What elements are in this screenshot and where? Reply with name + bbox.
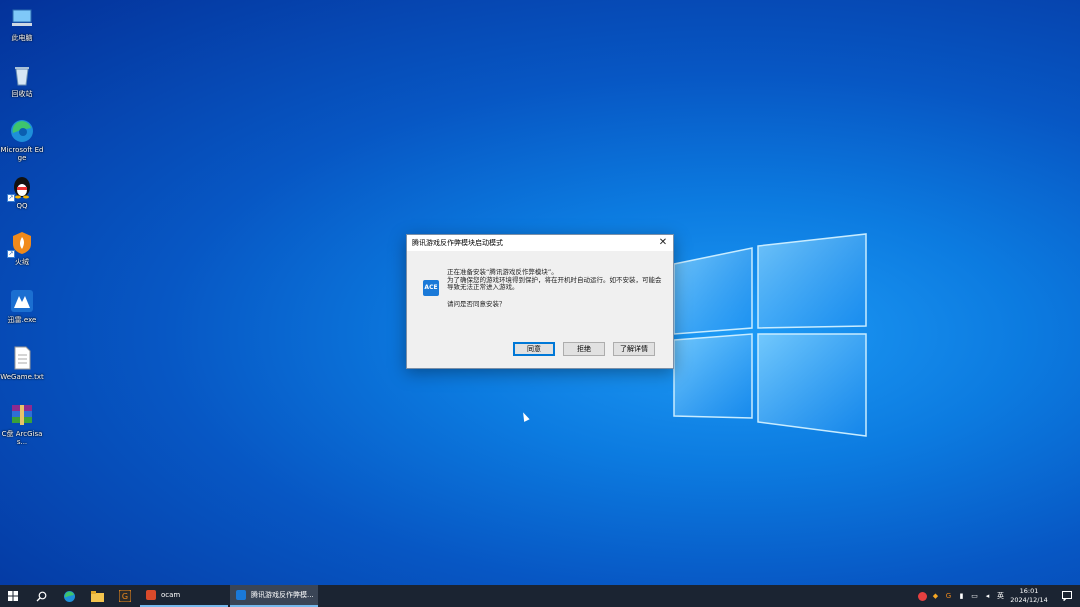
desktop-icon-label: 此电脑 (11, 34, 33, 42)
recycle-bin-icon (9, 62, 35, 88)
g-tray-icon[interactable]: G (944, 592, 953, 601)
computer-icon (9, 6, 35, 32)
ocam-icon (146, 590, 156, 600)
desktop-icon-xunlei[interactable]: 迅雷.exe (0, 288, 44, 324)
desktop-icon-label: 火绒 (15, 258, 29, 266)
close-icon[interactable]: ✕ (656, 235, 670, 251)
desktop-icon-label: 回收站 (11, 90, 33, 98)
desktop-icon-label: 迅雷.exe (7, 316, 37, 324)
start-button[interactable] (0, 585, 26, 607)
dialog-question: 请问是否同意安装？ (447, 299, 506, 308)
taskbar-app-g[interactable]: G (112, 585, 138, 607)
desktop-icon-edge[interactable]: Microsoft Edge (0, 118, 44, 162)
microphone-icon[interactable]: ▮ (957, 592, 966, 601)
taskbar-file-explorer[interactable] (84, 585, 110, 607)
huorong-shield-icon: ↗ (7, 230, 35, 258)
record-icon[interactable] (918, 591, 927, 601)
agree-button[interactable]: 同意 (513, 342, 555, 356)
notification-center-button[interactable] (1054, 585, 1080, 607)
desktop-icon-this-pc[interactable]: 此电脑 (0, 6, 44, 42)
windows-start-icon (8, 591, 18, 601)
dialog-message-line2: 为了确保您的游戏环境得到保护，将在开机时自动运行。如不安装，可能会导致无法正常进… (447, 275, 662, 291)
system-tray: ◆ G ▮ ▭ ◂ 英 (918, 585, 1009, 607)
edge-icon (63, 590, 75, 602)
clock-time: 16:01 (1019, 587, 1039, 595)
mouse-cursor-icon (520, 411, 530, 422)
shortcut-arrow-icon: ↗ (7, 250, 15, 258)
edge-icon (9, 118, 35, 144)
dialog-title: 腾讯游戏反作弊模块启动模式 (412, 239, 503, 247)
desktop-icon-qq[interactable]: ↗ QQ (0, 174, 44, 210)
taskbar-edge[interactable] (56, 585, 82, 607)
desktop-icon-label: WeGame.txt (0, 373, 44, 381)
desktop-icon-archive[interactable]: C盘 ArcGisas... (0, 402, 44, 446)
desktop-icon-label: QQ (16, 202, 28, 210)
shortcut-arrow-icon: ↗ (7, 194, 15, 202)
orange-g-app-icon: G (119, 590, 131, 602)
search-icon (36, 591, 46, 601)
network-icon[interactable]: ▭ (970, 592, 979, 601)
search-button[interactable] (28, 585, 54, 607)
anticheat-install-dialog: 腾讯游戏反作弊模块启动模式 ✕ ACE 正在准备安装“腾讯游戏反作弊模块”。 为… (406, 234, 674, 369)
ace-app-icon: ACE (423, 280, 439, 296)
taskbar-app-ocam[interactable]: ocam (140, 585, 228, 607)
details-button[interactable]: 了解详情 (613, 342, 655, 356)
dialog-titlebar[interactable]: 腾讯游戏反作弊模块启动模式 ✕ (407, 235, 673, 251)
refuse-button[interactable]: 拒绝 (563, 342, 605, 356)
taskbar: G ocam 腾讯游戏反作弊模... ◆ G ▮ ▭ ◂ 英 16:01 202… (0, 585, 1080, 607)
huorong-tray-icon[interactable]: ◆ (931, 592, 940, 601)
folder-icon (90, 590, 104, 602)
desktop-icon-wegame-txt[interactable]: WeGame.txt (0, 345, 44, 381)
taskbar-clock[interactable]: 16:01 2024/12/14 (1004, 587, 1054, 605)
desktop-icon-label: Microsoft Edge (0, 146, 44, 162)
desktop-icon-recycle-bin[interactable]: 回收站 (0, 62, 44, 98)
qq-penguin-icon: ↗ (7, 174, 35, 202)
desktop-icon-huorong[interactable]: ↗ 火绒 (0, 230, 44, 266)
ace-app-icon (236, 590, 246, 600)
text-file-icon (9, 345, 35, 371)
windows-logo-wallpaper (660, 230, 880, 450)
mountain-app-icon (9, 288, 35, 314)
taskbar-app-label: 腾讯游戏反作弊模... (251, 591, 314, 599)
winrar-archive-icon (9, 402, 35, 428)
dialog-message: 正在准备安装“腾讯游戏反作弊模块”。 为了确保您的游戏环境得到保护，将在开机时自… (447, 268, 667, 308)
clock-date: 2024/12/14 (1010, 596, 1048, 604)
taskbar-app-label: ocam (161, 591, 181, 599)
desktop-icon-label: C盘 ArcGisas... (1, 430, 43, 446)
volume-icon[interactable]: ◂ (983, 592, 992, 601)
notification-icon (1062, 591, 1072, 601)
taskbar-app-anticheat[interactable]: 腾讯游戏反作弊模... (230, 585, 318, 607)
svg-text:G: G (122, 592, 128, 601)
